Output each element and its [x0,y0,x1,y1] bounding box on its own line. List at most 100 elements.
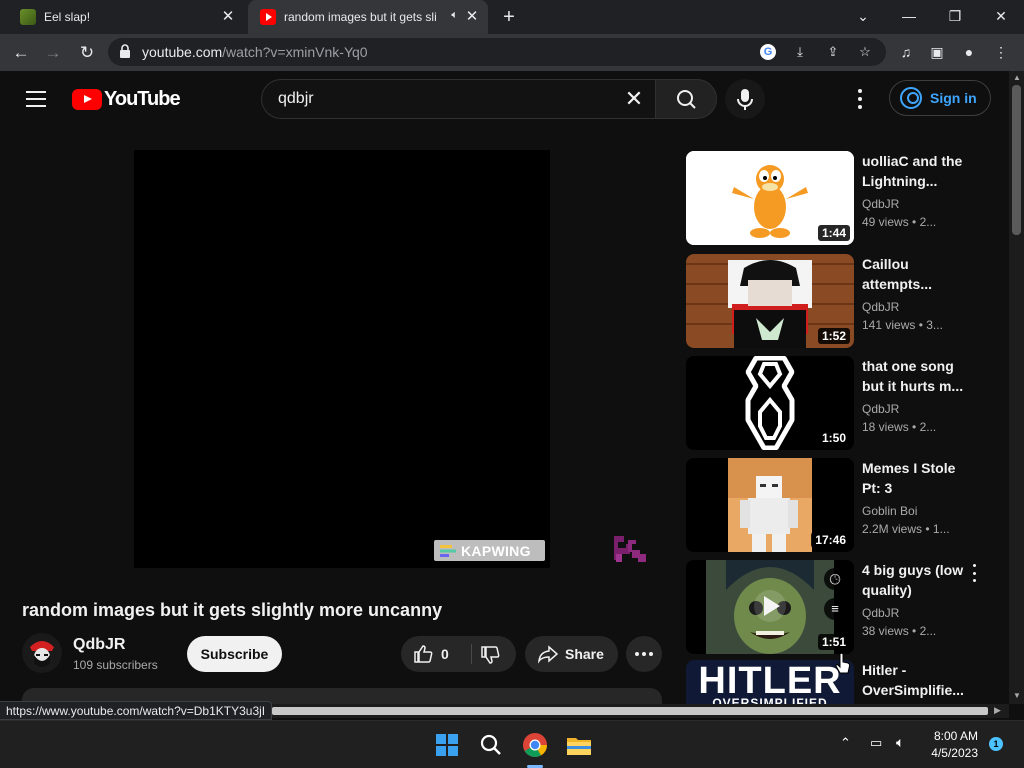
reload-button[interactable]: ↻ [74,40,100,66]
microphone-icon [737,89,753,110]
chrome-icon[interactable] [519,729,551,761]
share-button[interactable]: Share [525,636,618,672]
channel-avatar[interactable] [22,633,62,673]
tab-search-chevron-icon[interactable]: ⌄ [840,0,886,34]
vertical-scrollbar[interactable]: ▲ ▼ [1009,71,1024,704]
subscribe-button[interactable]: Subscribe [187,636,282,672]
recommendation-menu-icon[interactable] [970,564,978,582]
lock-icon[interactable] [120,44,130,58]
recommendation-title[interactable]: 4 big guys (low quality) [862,560,972,600]
youtube-header: YouTube qdbjr ✕ Sign in [0,71,1009,127]
sign-in-button[interactable]: Sign in [889,80,991,116]
video-thumbnail[interactable]: 1:50 [686,356,854,450]
clear-search-icon[interactable]: ✕ [623,88,645,110]
restore-button[interactable]: ❐ [932,0,978,34]
tab-eel-slap[interactable]: Eel slap! ✕ [8,0,244,34]
minimize-button[interactable]: — [886,0,932,34]
recommendation-item[interactable]: 1:52 Caillou attempts... QdbJR 141 views… [686,254,991,348]
profile-icon[interactable]: ● [958,41,980,63]
speaker-icon[interactable]: 🔈︎ [451,9,458,22]
duration-badge: 1:51 [817,634,850,650]
search-query[interactable]: qdbjr [278,90,314,108]
recommendation-channel[interactable]: QdbJR [862,402,899,416]
scroll-right-arrow-icon[interactable]: ▶ [994,705,1001,716]
share-page-icon[interactable]: ⇪ [823,42,843,62]
recommendation-item[interactable]: 1:50 that one song but it hurts m... Qdb… [686,356,991,450]
video-thumbnail[interactable]: HITLER OVERSIMPLIFIED [686,660,854,704]
scroll-down-arrow-icon[interactable]: ▼ [1013,691,1021,700]
channel-name[interactable]: QdbJR [73,636,125,654]
duration-badge: 1:52 [817,328,850,344]
more-actions-button[interactable] [626,636,662,672]
share-label: Share [565,646,604,662]
chrome-menu-icon[interactable]: ⋮ [990,41,1012,63]
close-tab-icon[interactable]: ✕ [220,9,236,25]
settings-menu-icon[interactable] [852,87,868,111]
youtube-play-icon [72,89,102,110]
watch-later-clock-icon[interactable]: 🕒︎ [824,568,846,590]
video-thumbnail[interactable]: 1:51 🕒︎ ≡ [686,560,854,654]
thumbnail-subtext: OVERSIMPLIFIED [712,696,828,704]
windows-start-icon[interactable] [431,729,463,761]
add-to-queue-icon[interactable]: ≡ [824,598,846,620]
forward-button[interactable]: → [40,40,66,66]
recommendation-title[interactable]: that one song but it hurts m... [862,356,972,396]
recommendation-item[interactable]: 17:46 Memes I Stole Pt: 3 Goblin Boi 2.2… [686,458,991,552]
file-explorer-icon[interactable] [563,729,595,761]
youtube-wordmark: YouTube [104,88,181,110]
scrollbar-thumb[interactable] [1012,85,1021,235]
thumbs-up-icon [414,645,433,663]
back-button[interactable]: ← [8,40,34,66]
recommendation-channel[interactable]: QdbJR [862,606,899,620]
recommendation-channel[interactable]: QdbJR [862,197,899,211]
youtube-logo[interactable]: YouTube [72,88,181,111]
volume-icon[interactable]: 🔈︎ [896,734,904,751]
recommendation-title[interactable]: uolliaC and the Lightning... [862,151,972,191]
close-window-button[interactable]: ✕ [978,0,1024,34]
link-status-bubble: https://www.youtube.com/watch?v=Db1KTY3u… [0,701,273,720]
share-arrow-icon [537,645,559,664]
recommendation-title[interactable]: Hitler - OverSimplifie... [862,660,972,700]
clock-time[interactable]: 8:00 AM [926,729,978,743]
media-control-icon[interactable]: ♫ [895,41,917,63]
scrollbar-thumb[interactable] [272,707,988,715]
scroll-up-arrow-icon[interactable]: ▲ [1013,73,1021,82]
tab-youtube-video[interactable]: random images but it gets slightly more … [248,0,488,34]
recommendation-title[interactable]: Memes I Stole Pt: 3 [862,458,972,498]
recommendation-title[interactable]: Caillou attempts... [862,254,972,294]
recommendation-channel[interactable]: QdbJR [862,300,899,314]
recommendation-meta: 141 views • 3... [862,318,943,332]
recommendation-item[interactable]: 1:44 uolliaC and the Lightning... QdbJR … [686,151,991,245]
recommendation-channel[interactable]: Goblin Boi [862,504,917,518]
recommendation-meta: 2.2M views • 1... [862,522,950,536]
video-thumbnail[interactable]: 17:46 [686,458,854,552]
dislike-button[interactable] [472,636,516,672]
address-bar[interactable]: youtube.com/watch?v=xminVnk-Yq0 G ⤓ ⇪ ☆ [108,38,886,66]
bookmark-star-icon[interactable]: ☆ [855,42,875,62]
video-thumbnail[interactable]: 1:52 [686,254,854,348]
search-input[interactable]: qdbjr ✕ [261,79,655,119]
notification-badge[interactable]: 1 [989,737,1003,751]
tray-chevron-icon[interactable]: ⌃ [840,735,851,751]
duration-badge: 1:44 [817,225,850,241]
like-dislike-group: 0 [401,636,516,672]
side-panel-icon[interactable]: ▣ [926,41,948,63]
account-icon [900,87,922,109]
browser-toolbar: ← → ↻ youtube.com/watch?v=xminVnk-Yq0 G … [0,34,1024,71]
clock-date[interactable]: 4/5/2023 [922,746,978,760]
video-player[interactable] [134,150,550,568]
recommendation-meta: 18 views • 2... [862,420,937,434]
video-thumbnail[interactable]: 1:44 [686,151,854,245]
close-tab-icon[interactable]: ✕ [464,9,480,25]
url-text[interactable]: youtube.com/watch?v=xminVnk-Yq0 [142,44,368,60]
recommendation-item[interactable]: 1:51 🕒︎ ≡ 4 big guys (low quality) QdbJR… [686,560,991,654]
like-button[interactable]: 0 [401,636,471,672]
search-button[interactable] [655,79,717,119]
hamburger-menu-icon[interactable] [26,91,46,107]
voice-search-button[interactable] [725,79,765,119]
google-lens-icon[interactable]: G [760,44,776,60]
new-tab-button[interactable]: + [498,6,520,28]
network-icon[interactable]: ▭ [870,735,882,751]
install-app-icon[interactable]: ⤓ [790,42,810,62]
taskbar-search-icon[interactable] [475,729,507,761]
